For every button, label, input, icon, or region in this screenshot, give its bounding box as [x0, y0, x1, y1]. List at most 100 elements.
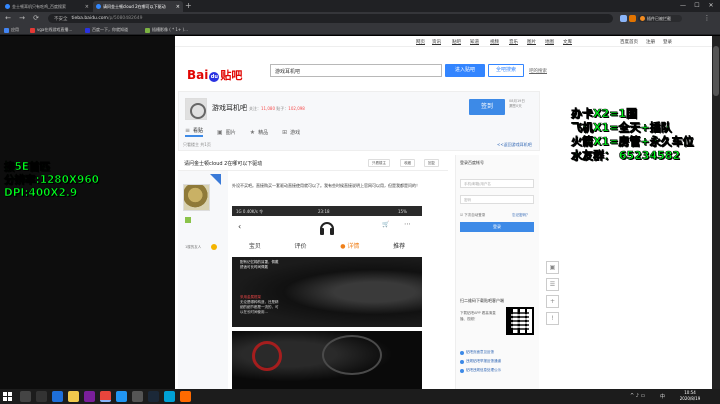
reload-button[interactable]: ⟳: [31, 13, 41, 24]
nav-link[interactable]: 图片: [527, 39, 536, 45]
notice-link[interactable]: 贴吧违规信息处理公示: [460, 368, 501, 373]
tab-featured[interactable]: ★ 精品: [250, 129, 268, 136]
nav-link[interactable]: 地图: [545, 39, 554, 45]
phone-tab: 推荐: [393, 242, 406, 250]
feedback-link[interactable]: 贴吧页面意见反馈: [460, 350, 494, 355]
menu-icon[interactable]: ☰: [546, 278, 559, 291]
clock-date: 2020/8/19: [679, 396, 701, 401]
bookmark-item[interactable]: vga在线游戏直播…: [30, 27, 72, 33]
avatar[interactable]: [183, 184, 210, 211]
close-tab-icon[interactable]: ×: [173, 4, 180, 10]
forward-button[interactable]: →: [17, 13, 27, 24]
app-icon[interactable]: [116, 391, 127, 402]
nav-link[interactable]: 网页: [416, 39, 425, 45]
bookmark-label: 百度一下，你就知道: [92, 27, 128, 32]
new-tab-button[interactable]: +: [185, 1, 192, 11]
register-link[interactable]: 注册: [646, 39, 655, 45]
steam-icon[interactable]: [148, 391, 159, 402]
app-icon[interactable]: [132, 391, 143, 402]
search-icon[interactable]: [20, 391, 31, 402]
password-field[interactable]: 密码: [460, 195, 534, 204]
overlay-line: 分辨率:1280X960: [4, 174, 100, 187]
overlay-line: 水友群： 65234582: [571, 149, 681, 163]
tab-games[interactable]: ⊞ 游戏: [282, 129, 300, 136]
home-link[interactable]: 百度首页: [620, 39, 638, 45]
tab-tieba-post[interactable]: 请问金士顿cloud 2在哪可以下驱动 ×: [93, 1, 183, 12]
forum-search-link[interactable]: 吧的搜索: [529, 68, 547, 74]
forum-name[interactable]: 游戏耳机吧: [212, 103, 247, 113]
extension-icon[interactable]: [620, 15, 627, 22]
nav-link[interactable]: 资讯: [432, 39, 441, 45]
page-scrollbar[interactable]: [712, 36, 720, 389]
app-download-icon[interactable]: ▣: [546, 261, 559, 274]
nav-link[interactable]: 贴吧: [452, 39, 461, 45]
posts-count: 102,098: [288, 106, 305, 111]
chrome-icon[interactable]: [100, 391, 111, 402]
phone-status-bar: 1G 0.40K/s 令 23:18 15%: [232, 206, 422, 216]
global-search-button[interactable]: 全吧搜索: [488, 64, 524, 77]
sign-in-streak: 漏签0天: [509, 104, 522, 108]
extension-icon[interactable]: [629, 15, 636, 22]
report-icon[interactable]: !: [546, 312, 559, 325]
enter-forum-button[interactable]: 进入贴吧: [445, 64, 485, 77]
username-field[interactable]: 手机/邮箱/用户名: [460, 179, 534, 188]
product-image: 配有记忆棉的耳罩，佩戴舒适可长时间佩戴 采用金属框架 无论是哪种构造，还是精细的…: [232, 257, 422, 327]
page-info: 只看楼主 共1页: [183, 142, 211, 147]
add-icon[interactable]: +: [546, 295, 559, 308]
menu-icon[interactable]: ⋮: [702, 13, 712, 24]
report-link[interactable]: 违规贴吧举报反馈通道: [460, 359, 501, 364]
only-op-button[interactable]: 只看楼主: [368, 159, 390, 167]
task-view-icon[interactable]: [36, 391, 47, 402]
url-host: tieba.baidu.com: [71, 16, 108, 21]
post-screenshot: 1G 0.40K/s 令 23:18 15% ‹ 🛒 ⋯ 宝贝 评价 ● 详情 …: [232, 206, 422, 389]
overlay-line: DPI:400X2.9: [4, 187, 78, 200]
search-input[interactable]: 游戏耳机吧: [270, 64, 442, 77]
folder-icon[interactable]: [68, 391, 79, 402]
back-to-forum-link[interactable]: <<返回游戏耳机吧: [497, 142, 532, 148]
taskbar-clock[interactable]: 10:54 2020/8/19: [672, 390, 708, 402]
url-path: /p/5080482649: [107, 16, 143, 21]
bookmark-apps[interactable]: 应用: [4, 27, 19, 33]
tab-search[interactable]: 金士顿耳机只有吃鸡_百度搜索 ×: [2, 1, 92, 12]
forgot-password-link[interactable]: 忘记密码？: [512, 213, 530, 218]
scroll-thumb[interactable]: [713, 46, 719, 96]
maximize-button[interactable]: ☐: [690, 0, 704, 12]
info-icon: [460, 350, 464, 355]
forum-avatar[interactable]: [185, 98, 207, 120]
windows-taskbar: ^ ♪ ▭ 中 10:54 2020/8/19: [0, 389, 720, 404]
minimize-button[interactable]: —: [676, 0, 690, 12]
windows-start-icon[interactable]: [3, 392, 12, 401]
app-icon[interactable]: [180, 391, 191, 402]
app-icon[interactable]: [84, 391, 95, 402]
nav-link[interactable]: 文库: [563, 39, 572, 45]
nav-link[interactable]: 视频: [490, 39, 499, 45]
input-language[interactable]: 中: [660, 393, 665, 400]
bookmark-item[interactable]: 百度一下，你就知道: [85, 27, 128, 33]
login-link[interactable]: 登录: [663, 39, 672, 45]
logo-tieba: 贴吧: [220, 69, 243, 82]
nav-link[interactable]: 知道: [470, 39, 479, 45]
app-icon[interactable]: [164, 391, 175, 402]
close-window-button[interactable]: ✕: [704, 0, 718, 12]
sync-status[interactable]: 插件已被拦截: [638, 15, 682, 22]
tab-posts[interactable]: ≡ 看贴: [185, 127, 204, 137]
reply-button[interactable]: 回复: [424, 159, 439, 167]
logo-paw: du: [209, 72, 220, 82]
login-button[interactable]: 登录: [460, 222, 534, 232]
close-tab-icon[interactable]: ×: [82, 4, 89, 10]
edge-icon[interactable]: [52, 391, 63, 402]
address-bar[interactable]: 不安全 tieba.baidu.com /p/5080482649: [48, 14, 613, 23]
link-label: 贴吧违规信息处理公示: [466, 368, 501, 372]
sign-in-button[interactable]: 签到: [469, 99, 505, 115]
system-tray[interactable]: ^ ♪ ▭: [630, 393, 645, 399]
tab-images[interactable]: ▣ 图片: [217, 129, 236, 136]
baidu-tieba-logo[interactable]: Bai du 贴吧: [187, 64, 242, 83]
bookmark-item[interactable]: 插槽影像 ( * 1+ )...: [145, 27, 188, 33]
phone-tabs: 宝贝 评价 ● 详情 推荐: [232, 238, 422, 252]
nav-link[interactable]: 音乐: [509, 39, 518, 45]
favorite-button[interactable]: 收藏: [400, 159, 415, 167]
floor-tag: [210, 174, 221, 185]
product-caption-2: 采用金属框架 无论是哪种构造，还是精细的细节都是一流的，可以在长时间使用…: [240, 295, 280, 315]
remember-checkbox[interactable]: ☑ 下次自动登录: [460, 213, 485, 218]
back-button[interactable]: ←: [3, 13, 13, 24]
